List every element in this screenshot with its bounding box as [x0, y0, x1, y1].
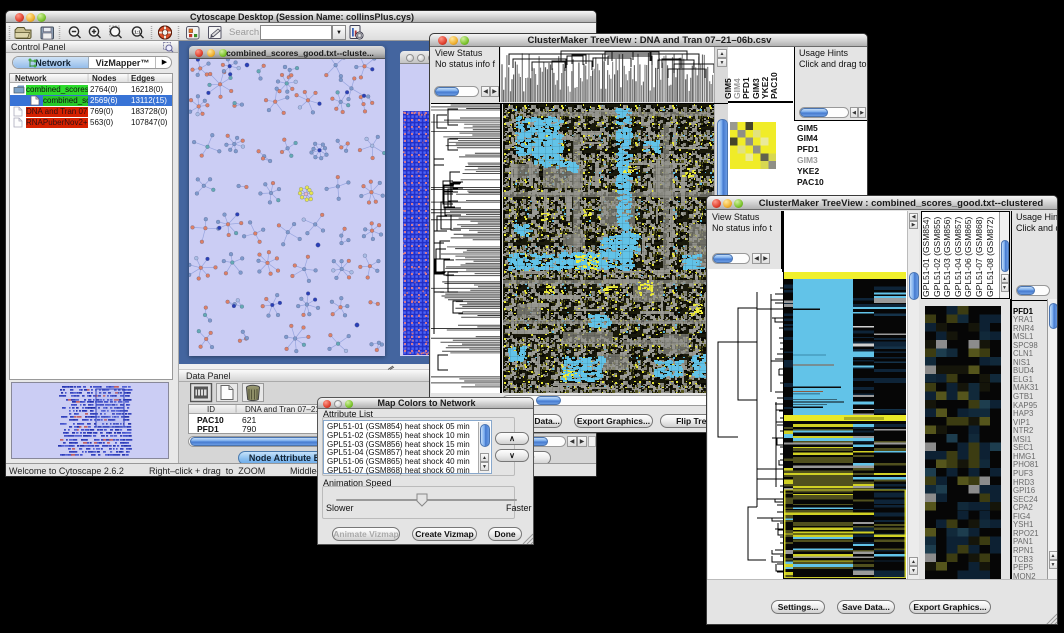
svg-text:1:1: 1:1 [134, 30, 141, 35]
